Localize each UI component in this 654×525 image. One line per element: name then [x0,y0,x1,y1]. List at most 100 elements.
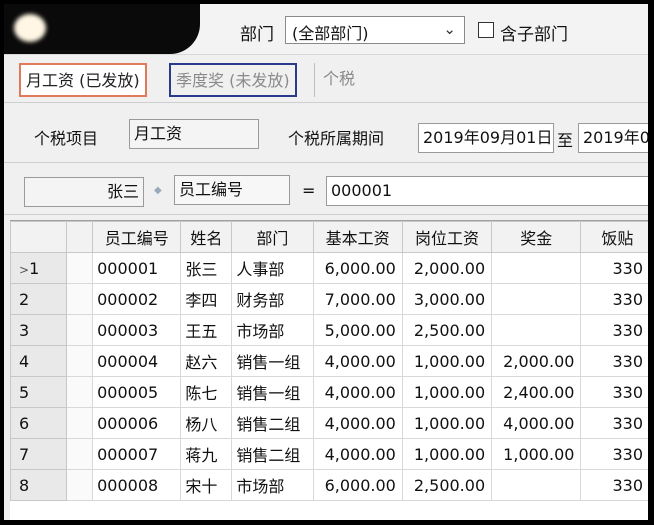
column-header-post-salary[interactable]: 岗位工资 [401,221,493,253]
cell-meal-allowance[interactable]: 330 [580,376,648,408]
salary-grid: 员工编号 姓名 部门 基本工资 岗位工资 奖金 饭贴 >1 000001 张三 … [10,220,648,520]
cell-name[interactable]: 李四 [180,283,233,315]
cell-bonus[interactable]: 1,000.00 [491,438,582,470]
include-subdepartments-label[interactable]: 含子部门 [500,20,568,45]
cell-department[interactable]: 财务部 [231,283,314,315]
cell-post-salary[interactable]: 1,000.00 [401,376,493,408]
cell-meal-allowance[interactable]: 330 [580,283,648,315]
cell-employee-id[interactable]: 000003 [92,314,182,346]
column-header-bonus[interactable]: 奖金 [491,221,582,253]
cell-department[interactable]: 人事部 [231,252,314,284]
column-header-base-salary[interactable]: 基本工资 [312,221,403,253]
cell-name[interactable]: 赵六 [180,345,233,377]
row-number[interactable]: 5 [10,376,67,408]
cell-post-salary[interactable]: 1,000.00 [401,407,493,439]
cell-meal-allowance[interactable]: 330 [580,407,648,439]
cell-post-salary[interactable]: 2,500.00 [401,314,493,346]
row-number[interactable]: 2 [10,283,67,315]
cell-bonus[interactable]: 2,000.00 [491,345,582,377]
table-row[interactable]: 5 000005 陈七 销售一组 4,000.00 1,000.00 2,400… [10,376,648,408]
to-label: 至 [557,131,574,150]
cell-bonus[interactable] [491,469,582,501]
table-row[interactable]: 7 000007 蒋九 销售二组 4,000.00 1,000.00 1,000… [10,438,648,470]
row-number[interactable]: 4 [10,345,67,377]
column-header-meal-allowance[interactable]: 饭贴 [580,221,648,253]
cell-department[interactable]: 销售一组 [231,376,314,408]
employee-name-field[interactable]: 张三 [24,177,144,207]
indicator-cell [65,438,94,470]
column-header-employee-id[interactable]: 员工编号 [92,221,182,253]
cell-name[interactable]: 宋十 [180,469,233,501]
cell-bonus[interactable]: 4,000.00 [491,407,582,439]
table-row[interactable]: >1 000001 张三 人事部 6,000.00 2,000.00 330 [10,252,648,284]
cell-base-salary[interactable]: 4,000.00 [312,376,403,408]
row-number[interactable]: 6 [10,407,67,439]
tab-income-tax[interactable]: 个税 [314,63,360,97]
row-header-corner [10,221,67,253]
cell-name[interactable]: 杨八 [180,407,233,439]
indicator-cell [65,345,94,377]
cell-base-salary[interactable]: 6,000.00 [312,252,403,284]
cell-meal-allowance[interactable]: 330 [580,314,648,346]
cell-meal-allowance[interactable]: 330 [580,345,648,377]
cell-base-salary[interactable]: 4,000.00 [312,407,403,439]
cell-department[interactable]: 销售二组 [231,438,314,470]
cell-post-salary[interactable]: 2,500.00 [401,469,493,501]
cell-employee-id[interactable]: 000007 [92,438,182,470]
department-select[interactable]: (全部部门) ⌄ [285,16,465,44]
cell-meal-allowance[interactable]: 330 [580,252,648,284]
cell-post-salary[interactable]: 1,000.00 [401,345,493,377]
cell-bonus[interactable] [491,314,582,346]
include-subdepartments-checkbox[interactable] [478,22,494,38]
tab-monthly-salary[interactable]: 月工资 (已发放) [19,63,147,97]
indicator-cell [65,314,94,346]
cell-department[interactable]: 销售一组 [231,345,314,377]
tab-quarterly-bonus[interactable]: 季度奖 (未发放) [169,63,297,97]
indicator-cell [65,252,94,284]
cell-employee-id[interactable]: 000008 [92,469,182,501]
cell-name[interactable]: 张三 [180,252,233,284]
cell-name[interactable]: 蒋九 [180,438,233,470]
cell-employee-id[interactable]: 000004 [92,345,182,377]
table-row[interactable]: 4 000004 赵六 销售一组 4,000.00 1,000.00 2,000… [10,345,648,377]
indicator-cell [65,469,94,501]
cell-department[interactable]: 市场部 [231,469,314,501]
cell-name[interactable]: 王五 [180,314,233,346]
row-number[interactable]: 8 [10,469,67,501]
tax-period-start-field[interactable]: 2019年09月01日 [418,123,554,153]
table-row[interactable]: 8 000008 宋十 市场部 6,000.00 2,500.00 330 [10,469,648,501]
table-row[interactable]: 6 000006 杨八 销售二组 4,000.00 1,000.00 4,000… [10,407,648,439]
cell-bonus[interactable]: 2,400.00 [491,376,582,408]
cell-name[interactable]: 陈七 [180,376,233,408]
cell-bonus[interactable] [491,252,582,284]
search-value-input[interactable]: 000001 [326,176,648,206]
cell-employee-id[interactable]: 000002 [92,283,182,315]
row-number[interactable]: 3 [10,314,67,346]
table-row[interactable]: 2 000002 李四 财务部 7,000.00 3,000.00 330 [10,283,648,315]
column-header-department[interactable]: 部门 [231,221,314,253]
column-header-name[interactable]: 姓名 [180,221,233,253]
table-row[interactable]: 3 000003 王五 市场部 5,000.00 2,500.00 330 [10,314,648,346]
cell-employee-id[interactable]: 000001 [92,252,182,284]
cell-base-salary[interactable]: 7,000.00 [312,283,403,315]
row-number[interactable]: 7 [10,438,67,470]
cell-department[interactable]: 销售二组 [231,407,314,439]
cell-meal-allowance[interactable]: 330 [580,438,648,470]
cell-meal-allowance[interactable]: 330 [580,469,648,501]
tax-item-field[interactable]: 月工资 [129,119,259,149]
cell-employee-id[interactable]: 000006 [92,407,182,439]
cell-post-salary[interactable]: 3,000.00 [401,283,493,315]
tax-period-end-field[interactable]: 2019年09月30日 [578,123,648,153]
cell-employee-id[interactable]: 000005 [92,376,182,408]
cell-post-salary[interactable]: 1,000.00 [401,438,493,470]
cell-department[interactable]: 市场部 [231,314,314,346]
row-number[interactable]: >1 [10,252,67,284]
cell-base-salary[interactable]: 5,000.00 [312,314,403,346]
cell-base-salary[interactable]: 6,000.00 [312,469,403,501]
cell-base-salary[interactable]: 4,000.00 [312,438,403,470]
cell-bonus[interactable] [491,283,582,315]
cell-post-salary[interactable]: 2,000.00 [401,252,493,284]
search-row: 张三 ◆ 员工编号 = 000001 [4,166,648,215]
search-field-select[interactable]: 员工编号 [174,175,290,205]
cell-base-salary[interactable]: 4,000.00 [312,345,403,377]
